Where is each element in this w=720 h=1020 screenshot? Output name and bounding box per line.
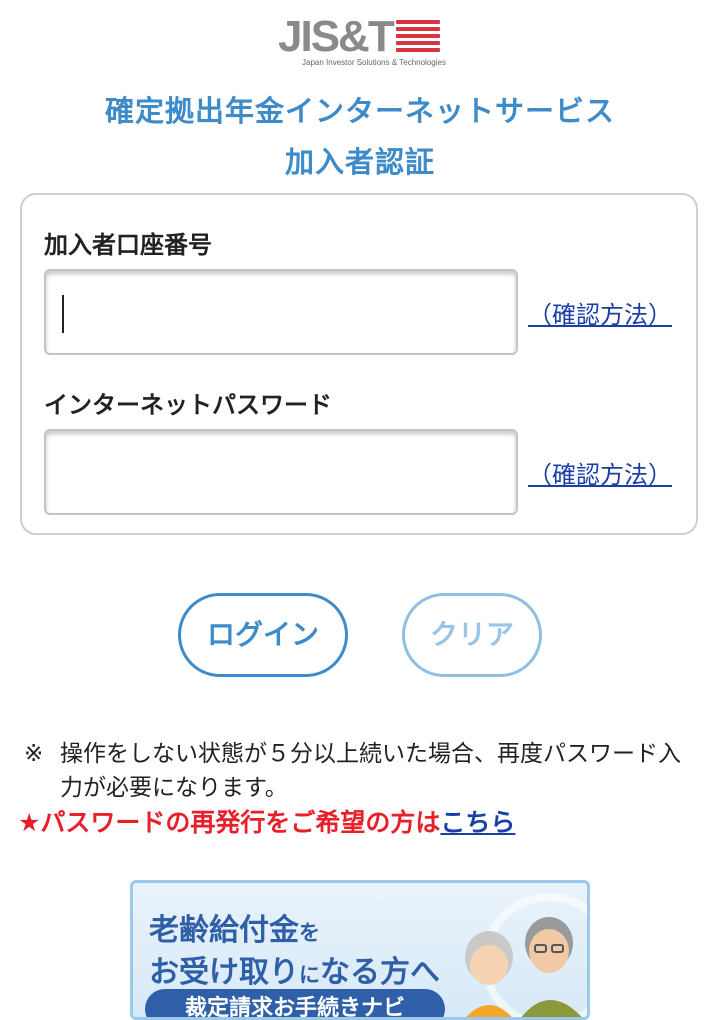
- jist-logo: JIS&T Japan Investor Solutions & Technol…: [278, 12, 446, 70]
- login-form-card: 加入者口座番号 （確認方法） インターネットパスワード （確認方法）: [20, 193, 698, 535]
- senior-couple-illustration: [465, 917, 582, 1017]
- clear-button[interactable]: クリア: [402, 593, 542, 677]
- logo-tagline: Japan Investor Solutions & Technologies: [302, 58, 446, 67]
- text-caret: [62, 295, 64, 333]
- note-mark: ※: [24, 741, 44, 767]
- internet-password-label: インターネットパスワード: [44, 391, 332, 419]
- banner-navi-pill: 裁定請求お手続きナビ: [145, 989, 445, 1017]
- banner-headline-2-particle: に: [299, 963, 320, 987]
- password-reissue-notice: ★パスワードの再発行をご希望の方はこちら: [18, 803, 515, 839]
- banner-headline-2-b: なる方へ: [320, 955, 440, 990]
- banner-headline-1-particle: を: [299, 921, 320, 945]
- password-reissue-link[interactable]: こちら: [440, 808, 515, 837]
- pension-benefit-banner[interactable]: 老齢給付金を お受け取りになる方へ 裁定請求お手続きナビ: [130, 880, 590, 1020]
- timeout-notice: ※ 操作をしない状態が５分以上続いた場合、再度パスワード入力が必要になります。: [24, 737, 694, 805]
- timeout-notice-text: 操作をしない状態が５分以上続いた場合、再度パスワード入力が必要になります。: [60, 741, 681, 801]
- banner-headline-2: お受け取りになる方へ: [149, 947, 440, 991]
- password-confirm-method-link[interactable]: （確認方法）: [528, 455, 672, 490]
- login-button[interactable]: ログイン: [178, 593, 348, 677]
- logo-stripes: [396, 20, 440, 54]
- internet-password-input[interactable]: [44, 429, 518, 515]
- banner-headline-2-a: お受け取り: [149, 955, 299, 990]
- logo-wordmark: JIS&T: [278, 12, 395, 61]
- account-confirm-method-link[interactable]: （確認方法）: [528, 295, 672, 330]
- password-reissue-text: ★パスワードの再発行をご希望の方は: [18, 808, 441, 837]
- banner-headline-1: 老齢給付金を: [149, 905, 320, 949]
- account-number-label: 加入者口座番号: [44, 231, 212, 259]
- banner-headline-1-main: 老齢給付金: [149, 913, 299, 948]
- page-subtitle: 加入者認証: [284, 145, 435, 179]
- account-number-input[interactable]: [44, 269, 518, 355]
- page-title: 確定拠出年金インターネットサービス: [104, 94, 615, 128]
